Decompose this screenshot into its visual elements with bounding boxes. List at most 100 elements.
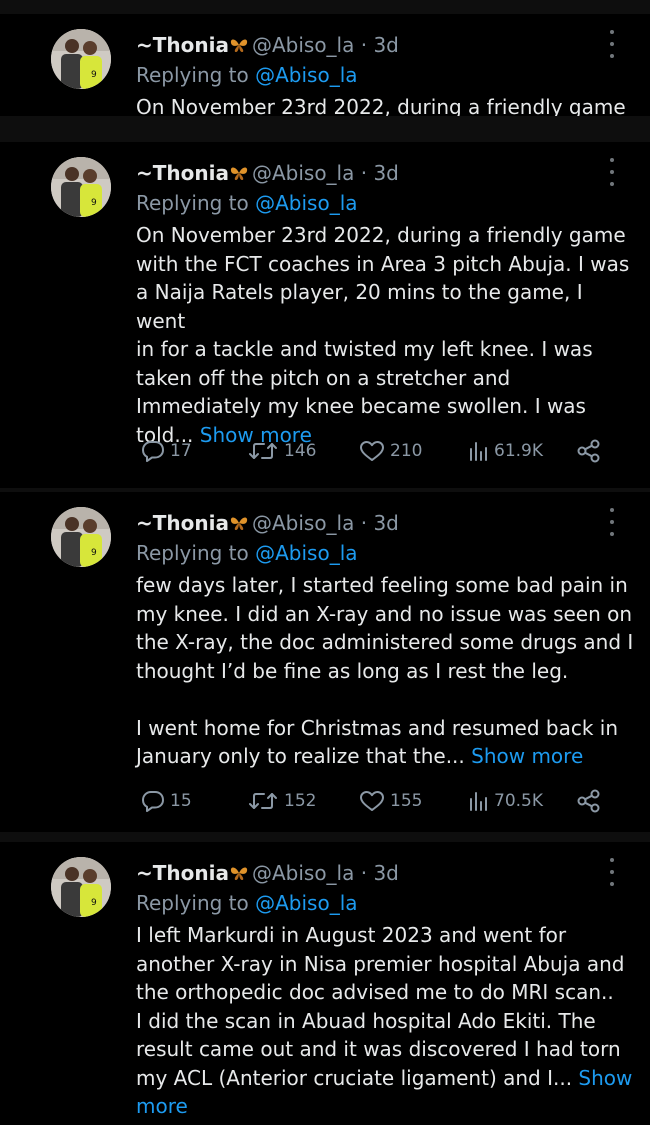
- tweet-line: On November 23rd 2022, during a friendly…: [136, 223, 626, 247]
- tweet-line: I went home for Christmas and resumed ba…: [136, 715, 619, 740]
- like-count: 155: [390, 791, 423, 811]
- replying-to: Replying to @Abiso_la: [136, 62, 358, 88]
- svg-text:9: 9: [91, 70, 97, 80]
- handle-and-time[interactable]: @Abiso_la · 3d: [252, 161, 399, 185]
- avatar[interactable]: 9: [51, 857, 111, 917]
- tweet-1[interactable]: 9 ~Thonia @Abiso_la · 3d Replying to @Abi…: [0, 14, 650, 116]
- tweet-header: ~Thonia @Abiso_la · 3d: [136, 860, 399, 886]
- replying-to-link[interactable]: @Abiso_la: [255, 891, 357, 915]
- handle-and-time[interactable]: @Abiso_la · 3d: [252, 511, 399, 535]
- butterfly-emoji-icon: [230, 517, 248, 530]
- svg-text:9: 9: [91, 198, 97, 208]
- tweet-actions: 15 152 155 70.5K: [136, 786, 616, 816]
- reply-thread: 9 ~Thonia @Abiso_la · 3d Replying to @Abi…: [0, 0, 650, 1125]
- retweet-button[interactable]: 146: [246, 436, 316, 466]
- butterfly-emoji-icon: [230, 867, 248, 880]
- show-more-link[interactable]: Show: [578, 1066, 632, 1090]
- tweet-actions: 17 146 210 61.9K: [136, 436, 616, 466]
- share-button[interactable]: [576, 786, 602, 816]
- tweet-text: On November 23rd 2022, during a friendly…: [136, 93, 636, 116]
- svg-text:9: 9: [91, 548, 97, 558]
- tweet-line: January only to realize that the... Show…: [136, 742, 636, 771]
- avatar-photo: 9: [51, 29, 111, 89]
- avatar[interactable]: 9: [51, 157, 111, 217]
- tweet-line: the X-ray, the doc administered some dru…: [136, 630, 634, 654]
- tweet-line: few days later, I started feeling some b…: [136, 573, 628, 597]
- retweet-icon: [249, 793, 277, 809]
- handle-and-time[interactable]: @Abiso_la · 3d: [252, 33, 399, 57]
- retweet-button[interactable]: 152: [246, 786, 316, 816]
- tweet-line: I did the scan in Abuad hospital Ado Eki…: [136, 1008, 596, 1033]
- reply-button[interactable]: 15: [140, 786, 192, 816]
- replying-to: Replying to @Abiso_la: [136, 890, 358, 916]
- more-vertical-icon[interactable]: [606, 30, 618, 58]
- avatar-photo: 9: [51, 157, 111, 217]
- replying-prefix: Replying to: [136, 891, 249, 915]
- replying-to: Replying to @Abiso_la: [136, 540, 358, 566]
- tweet-3[interactable]: 9 ~Thonia @Abiso_la · 3d Replying to @Abi…: [0, 492, 650, 832]
- tweet-line: result came out and it was discovered I …: [136, 1037, 621, 1061]
- views-button[interactable]: 70.5K: [468, 786, 543, 816]
- views-button[interactable]: 61.9K: [468, 436, 543, 466]
- tweet-header: ~Thonia @Abiso_la · 3d: [136, 160, 399, 186]
- tweet-2[interactable]: 9 ~Thonia @Abiso_la · 3d Replying to @Abi…: [0, 142, 650, 488]
- more-vertical-icon[interactable]: [606, 158, 618, 186]
- tweet-line: I left Markurdi in August 2023 and went …: [136, 923, 567, 947]
- heart-icon: [360, 441, 384, 461]
- share-icon: [577, 789, 600, 813]
- retweet-count: 152: [284, 791, 317, 811]
- tweet-line: the orthopedic doc advised me to do MRI …: [136, 980, 614, 1004]
- replying-to-link[interactable]: @Abiso_la: [255, 63, 357, 87]
- like-button[interactable]: 210: [358, 436, 422, 466]
- display-name[interactable]: ~Thonia: [136, 861, 229, 885]
- tweet-line: more: [136, 1092, 636, 1121]
- comment-icon: [142, 441, 164, 462]
- more-vertical-icon[interactable]: [606, 858, 618, 886]
- show-more-link-cont[interactable]: more: [136, 1094, 188, 1118]
- display-name[interactable]: ~Thonia: [136, 511, 229, 535]
- tweet-line-end: my ACL (Anterior cruciate ligament) and …: [136, 1065, 579, 1090]
- tweet-line: my ACL (Anterior cruciate ligament) and …: [136, 1064, 636, 1093]
- tweet-text: On November 23rd 2022, during a friendly…: [136, 221, 636, 449]
- tweet-line: another X-ray in Nisa premier hospital A…: [136, 951, 625, 976]
- butterfly-emoji-icon: [230, 167, 248, 180]
- tweet-line: a Naija Ratels player, 20 mins to the ga…: [136, 280, 583, 333]
- share-icon: [577, 439, 600, 463]
- avatar-photo: 9: [51, 857, 111, 917]
- show-more-link[interactable]: Show more: [471, 744, 583, 768]
- heart-icon: [360, 791, 384, 811]
- replying-to-link[interactable]: @Abiso_la: [255, 541, 357, 565]
- tweet-header: ~Thonia @Abiso_la · 3d: [136, 32, 399, 58]
- avatar-photo: 9: [51, 507, 111, 567]
- replying-to: Replying to @Abiso_la: [136, 190, 358, 216]
- display-name[interactable]: ~Thonia: [136, 161, 229, 185]
- tweet-4[interactable]: 9 ~Thonia @Abiso_la · 3d Replying to @Abi…: [0, 842, 650, 1125]
- reply-count: 17: [170, 441, 192, 461]
- more-vertical-icon[interactable]: [606, 508, 618, 536]
- tweet-line: with the FCT coaches in Area 3 pitch Abu…: [136, 251, 630, 276]
- retweet-count: 146: [284, 441, 317, 461]
- reply-button[interactable]: 17: [140, 436, 192, 466]
- replying-prefix: Replying to: [136, 63, 249, 87]
- reply-count: 15: [170, 791, 192, 811]
- like-button[interactable]: 155: [358, 786, 422, 816]
- share-button[interactable]: [576, 436, 602, 466]
- replying-to-link[interactable]: @Abiso_la: [255, 191, 357, 215]
- retweet-icon: [249, 443, 277, 459]
- tweet-line: in for a tackle and twisted my left knee…: [136, 337, 593, 361]
- avatar[interactable]: 9: [51, 29, 111, 89]
- tweet-header: ~Thonia @Abiso_la · 3d: [136, 510, 399, 536]
- tweet-text: I left Markurdi in August 2023 and went …: [136, 921, 636, 1121]
- like-count: 210: [390, 441, 423, 461]
- avatar[interactable]: 9: [51, 507, 111, 567]
- tweet-line: my knee. I did an X-ray and no issue was…: [136, 601, 633, 626]
- handle-and-time[interactable]: @Abiso_la · 3d: [252, 861, 399, 885]
- tweet-line: taken off the pitch on a stretcher and: [136, 365, 511, 390]
- tweet-line-end: January only to realize that the...: [136, 744, 472, 768]
- comment-icon: [142, 791, 164, 812]
- display-name[interactable]: ~Thonia: [136, 33, 229, 57]
- views-count: 70.5K: [494, 791, 543, 811]
- svg-text:9: 9: [91, 898, 97, 908]
- tweet-line: Immediately my knee became swollen. I wa…: [136, 394, 586, 418]
